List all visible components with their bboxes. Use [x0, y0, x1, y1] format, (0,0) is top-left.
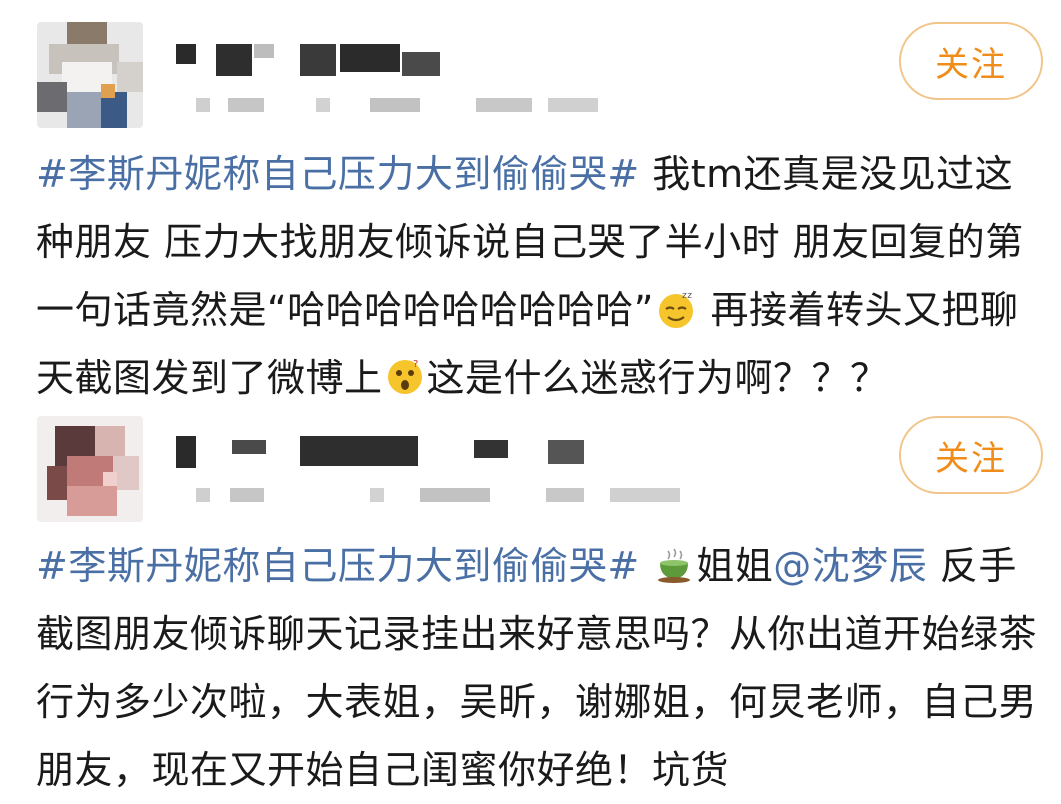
svg-text:zz: zz	[682, 291, 692, 301]
mention-link[interactable]: @沈梦辰	[773, 544, 927, 588]
post-text: #李斯丹妮称自己压力大到偷偷哭# 姐姐@沈梦辰 反手截图朋友倾诉聊天记录挂出来好…	[36, 532, 1041, 804]
post-text-segment: 这是什么迷惑行为啊？？？	[426, 356, 889, 400]
post-text: #李斯丹妮称自己压力大到偷偷哭# 我tm还真是没见过这种朋友 压力大找朋友倾诉说…	[36, 140, 1041, 412]
avatar[interactable]	[37, 22, 143, 128]
follow-button[interactable]: 关注	[899, 416, 1043, 494]
tea-cup-emoji	[658, 548, 691, 583]
feed-post: 关注 #李斯丹妮称自己压力大到偷偷哭# 我tm还真是没见过这种朋友 压力大找朋友…	[0, 0, 1061, 400]
avatar[interactable]	[37, 416, 143, 522]
follow-button[interactable]: 关注	[899, 22, 1043, 100]
topic-link[interactable]: #李斯丹妮称自己压力大到偷偷哭#	[36, 544, 640, 588]
post-text-segment	[640, 544, 653, 588]
post-text-segment: 姐姐	[696, 544, 774, 588]
tired-smile-emoji: zz	[658, 291, 693, 328]
feed-post: 关注 #李斯丹妮称自己压力大到偷偷哭# 姐姐@沈梦辰 反手截图朋友倾诉聊天记录挂…	[0, 400, 1061, 792]
surprised-emoji: ?	[387, 359, 422, 394]
svg-text:?: ?	[413, 359, 419, 370]
topic-link[interactable]: #李斯丹妮称自己压力大到偷偷哭#	[36, 152, 640, 196]
